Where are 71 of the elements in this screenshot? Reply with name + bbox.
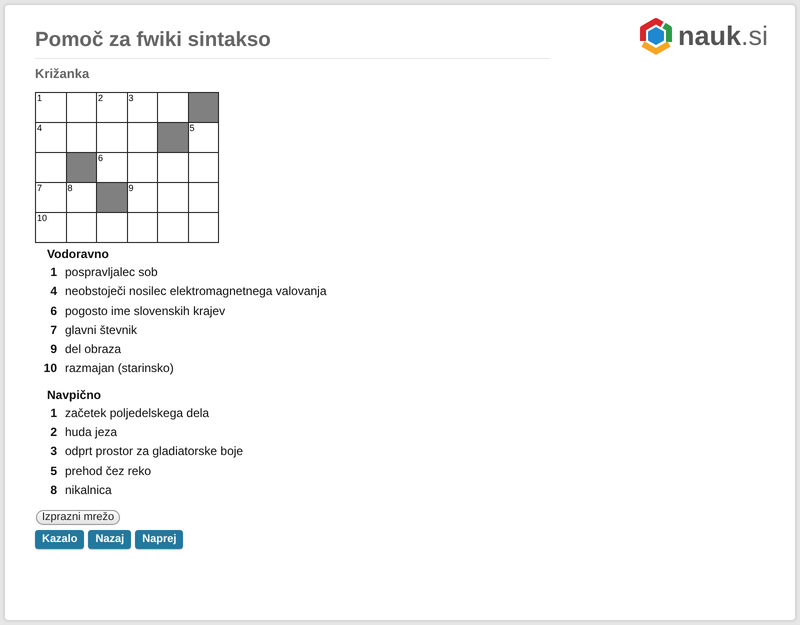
clue-number: 1: [49, 264, 57, 281]
cell-number: 6: [98, 154, 104, 163]
nav-button[interactable]: Nazaj: [88, 530, 132, 549]
clue-number: 5: [49, 462, 57, 480]
clue-number: 10: [42, 360, 57, 378]
clue-text: pogosto ime slovenskih krajev: [65, 302, 226, 320]
clue-text: glavni števnik: [65, 322, 138, 339]
crossword-cell[interactable]: [158, 153, 188, 182]
crossword-cell[interactable]: [188, 153, 218, 182]
cell-number: 5: [190, 124, 195, 133]
crossword-cell[interactable]: [66, 183, 96, 212]
clear-grid-button[interactable]: Izprazni mrežo: [36, 510, 120, 525]
crossword-cell[interactable]: [66, 213, 96, 242]
cell-number: 8: [68, 184, 73, 193]
crossword-cell[interactable]: [36, 213, 66, 242]
crossword-cell[interactable]: [66, 123, 96, 152]
crossword-cell[interactable]: [97, 213, 126, 242]
clue-text: odprt prostor za gladiatorske boje: [65, 443, 244, 460]
clue-number: 6: [49, 302, 57, 320]
crossword-cell[interactable]: [128, 123, 157, 152]
cell-number: 2: [98, 94, 104, 103]
crossword-cell[interactable]: [36, 123, 66, 152]
cell-number: 3: [128, 94, 134, 103]
clue-text: pospravljalec sob: [65, 264, 158, 281]
blocked-cell: [158, 123, 188, 152]
clue-text: razmajan (starinsko): [65, 360, 174, 378]
clue-number: 4: [49, 283, 57, 300]
crossword-cell[interactable]: [36, 183, 66, 212]
crossword-cell[interactable]: [128, 183, 157, 212]
clue-text: huda jeza: [65, 424, 118, 442]
blocked-cell: [188, 93, 218, 122]
clue-number: 3: [49, 443, 57, 460]
crossword-cell[interactable]: [97, 123, 126, 152]
crossword-cell[interactable]: [188, 123, 218, 152]
cell-number: 9: [128, 184, 134, 193]
clue-text: prehod čez reko: [65, 462, 152, 480]
nav-button[interactable]: Naprej: [135, 530, 184, 549]
clue-number: 9: [49, 341, 57, 358]
clue-text: nikalnica: [65, 482, 112, 499]
crossword-cell[interactable]: [158, 213, 188, 242]
crossword-cell[interactable]: [128, 153, 157, 182]
clue-text: del obraza: [65, 341, 122, 358]
clue-number: 2: [49, 424, 57, 442]
crossword-cell[interactable]: [97, 93, 126, 122]
page-title: Pomoč za fwiki sintakso: [35, 28, 550, 59]
clue-group-heading: Vodoravno: [47, 246, 110, 263]
clue-text: začetek poljedelskega dela: [65, 404, 210, 422]
crossword-cell[interactable]: [97, 153, 126, 182]
clue-number: 8: [49, 482, 57, 499]
blocked-cell: [66, 153, 96, 182]
crossword-cell[interactable]: [36, 93, 66, 122]
cell-number: 10: [37, 214, 48, 223]
crossword-cell[interactable]: [128, 213, 157, 242]
clue-number: 1: [49, 404, 57, 422]
clue-text: neobstoječi nosilec elektromagnetnega valovanja: [65, 283, 327, 300]
crossword-cell[interactable]: [188, 183, 218, 212]
clue-group-heading: Navpično: [47, 386, 102, 404]
clue-number: 7: [49, 322, 57, 339]
logo-text[interactable]: nauk.si: [678, 21, 768, 51]
cell-number: 4: [37, 124, 42, 133]
blocked-cell: [97, 183, 126, 212]
crossword-cell[interactable]: [188, 213, 218, 242]
cell-number: 7: [37, 184, 42, 193]
crossword-cell[interactable]: [158, 93, 188, 122]
cell-number: 1: [37, 94, 42, 103]
crossword-cell[interactable]: [158, 183, 188, 212]
crossword-cell[interactable]: [36, 153, 66, 182]
nav-button[interactable]: Kazalo: [35, 530, 84, 549]
section-title: Križanka: [35, 65, 90, 82]
crossword-cell[interactable]: [128, 93, 157, 122]
crossword-cell[interactable]: [66, 93, 96, 122]
